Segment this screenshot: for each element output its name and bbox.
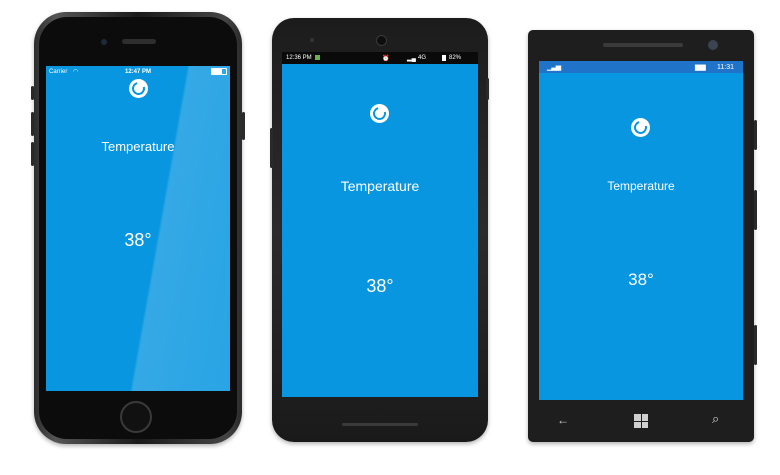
wifi-icon: ▆▆ (695, 64, 706, 71)
windows-logo-icon (634, 414, 641, 421)
front-camera (708, 40, 718, 50)
temperature-title: Temperature (101, 139, 175, 154)
battery-icon (442, 55, 446, 61)
bottom-speaker (342, 423, 418, 426)
temperature-value: 38° (628, 270, 654, 289)
temperature-value: 38° (366, 276, 394, 296)
windows-start-button[interactable] (634, 414, 648, 428)
signal-icon: ▁▃▅ (547, 64, 561, 71)
network-label: 4G (418, 55, 427, 61)
search-button[interactable]: ⌕ (712, 411, 719, 427)
earpiece-speaker (603, 43, 683, 47)
iphone-screen: Carrier ◠ 12:47 PM Temperature 38° (46, 66, 230, 391)
alarm-icon: ⏰ (382, 55, 390, 62)
app-logo-icon (129, 79, 148, 98)
temperature-title: Temperature (340, 178, 420, 194)
iphone-status-bar: Carrier ◠ 12:47 PM (46, 67, 230, 76)
android-status-bar: 12:36 PM ⏰ 4G ▂▄ 82% (282, 52, 478, 64)
status-time: 11:31 (717, 63, 734, 71)
back-button[interactable]: ← (557, 413, 569, 427)
earpiece-speaker (122, 39, 156, 44)
iphone-device: Carrier ◠ 12:47 PM Temperature 38° (31, 12, 245, 444)
app-logo-icon (370, 104, 389, 123)
winphone-screen: ▁▃▅ ▆▆ 11:31 Temperature 38° (539, 61, 743, 400)
windows-phone-device: ▁▃▅ ▆▆ 11:31 Temperature 38° ← ⌕ (528, 30, 757, 442)
front-camera (101, 39, 107, 45)
front-camera (376, 35, 387, 46)
sensor (310, 38, 314, 42)
android-device: 12:36 PM ⏰ 4G ▂▄ 82% Temperature 38° (270, 18, 489, 442)
app-logo-icon (631, 118, 650, 137)
status-time: 12:47 PM (124, 68, 151, 75)
temperature-title: Temperature (607, 179, 675, 193)
home-button[interactable] (120, 401, 152, 433)
winphone-status-bar: ▁▃▅ ▆▆ 11:31 (539, 61, 743, 73)
battery-icon (211, 68, 227, 75)
android-screen: 12:36 PM ⏰ 4G ▂▄ 82% Temperature 38° (282, 52, 478, 397)
signal-icon: ▂▄ (407, 55, 416, 62)
notification-icon (315, 55, 320, 60)
status-time: 12:36 PM (286, 55, 312, 61)
battery-percent: 82% (449, 55, 462, 61)
temperature-value: 38° (124, 230, 152, 250)
